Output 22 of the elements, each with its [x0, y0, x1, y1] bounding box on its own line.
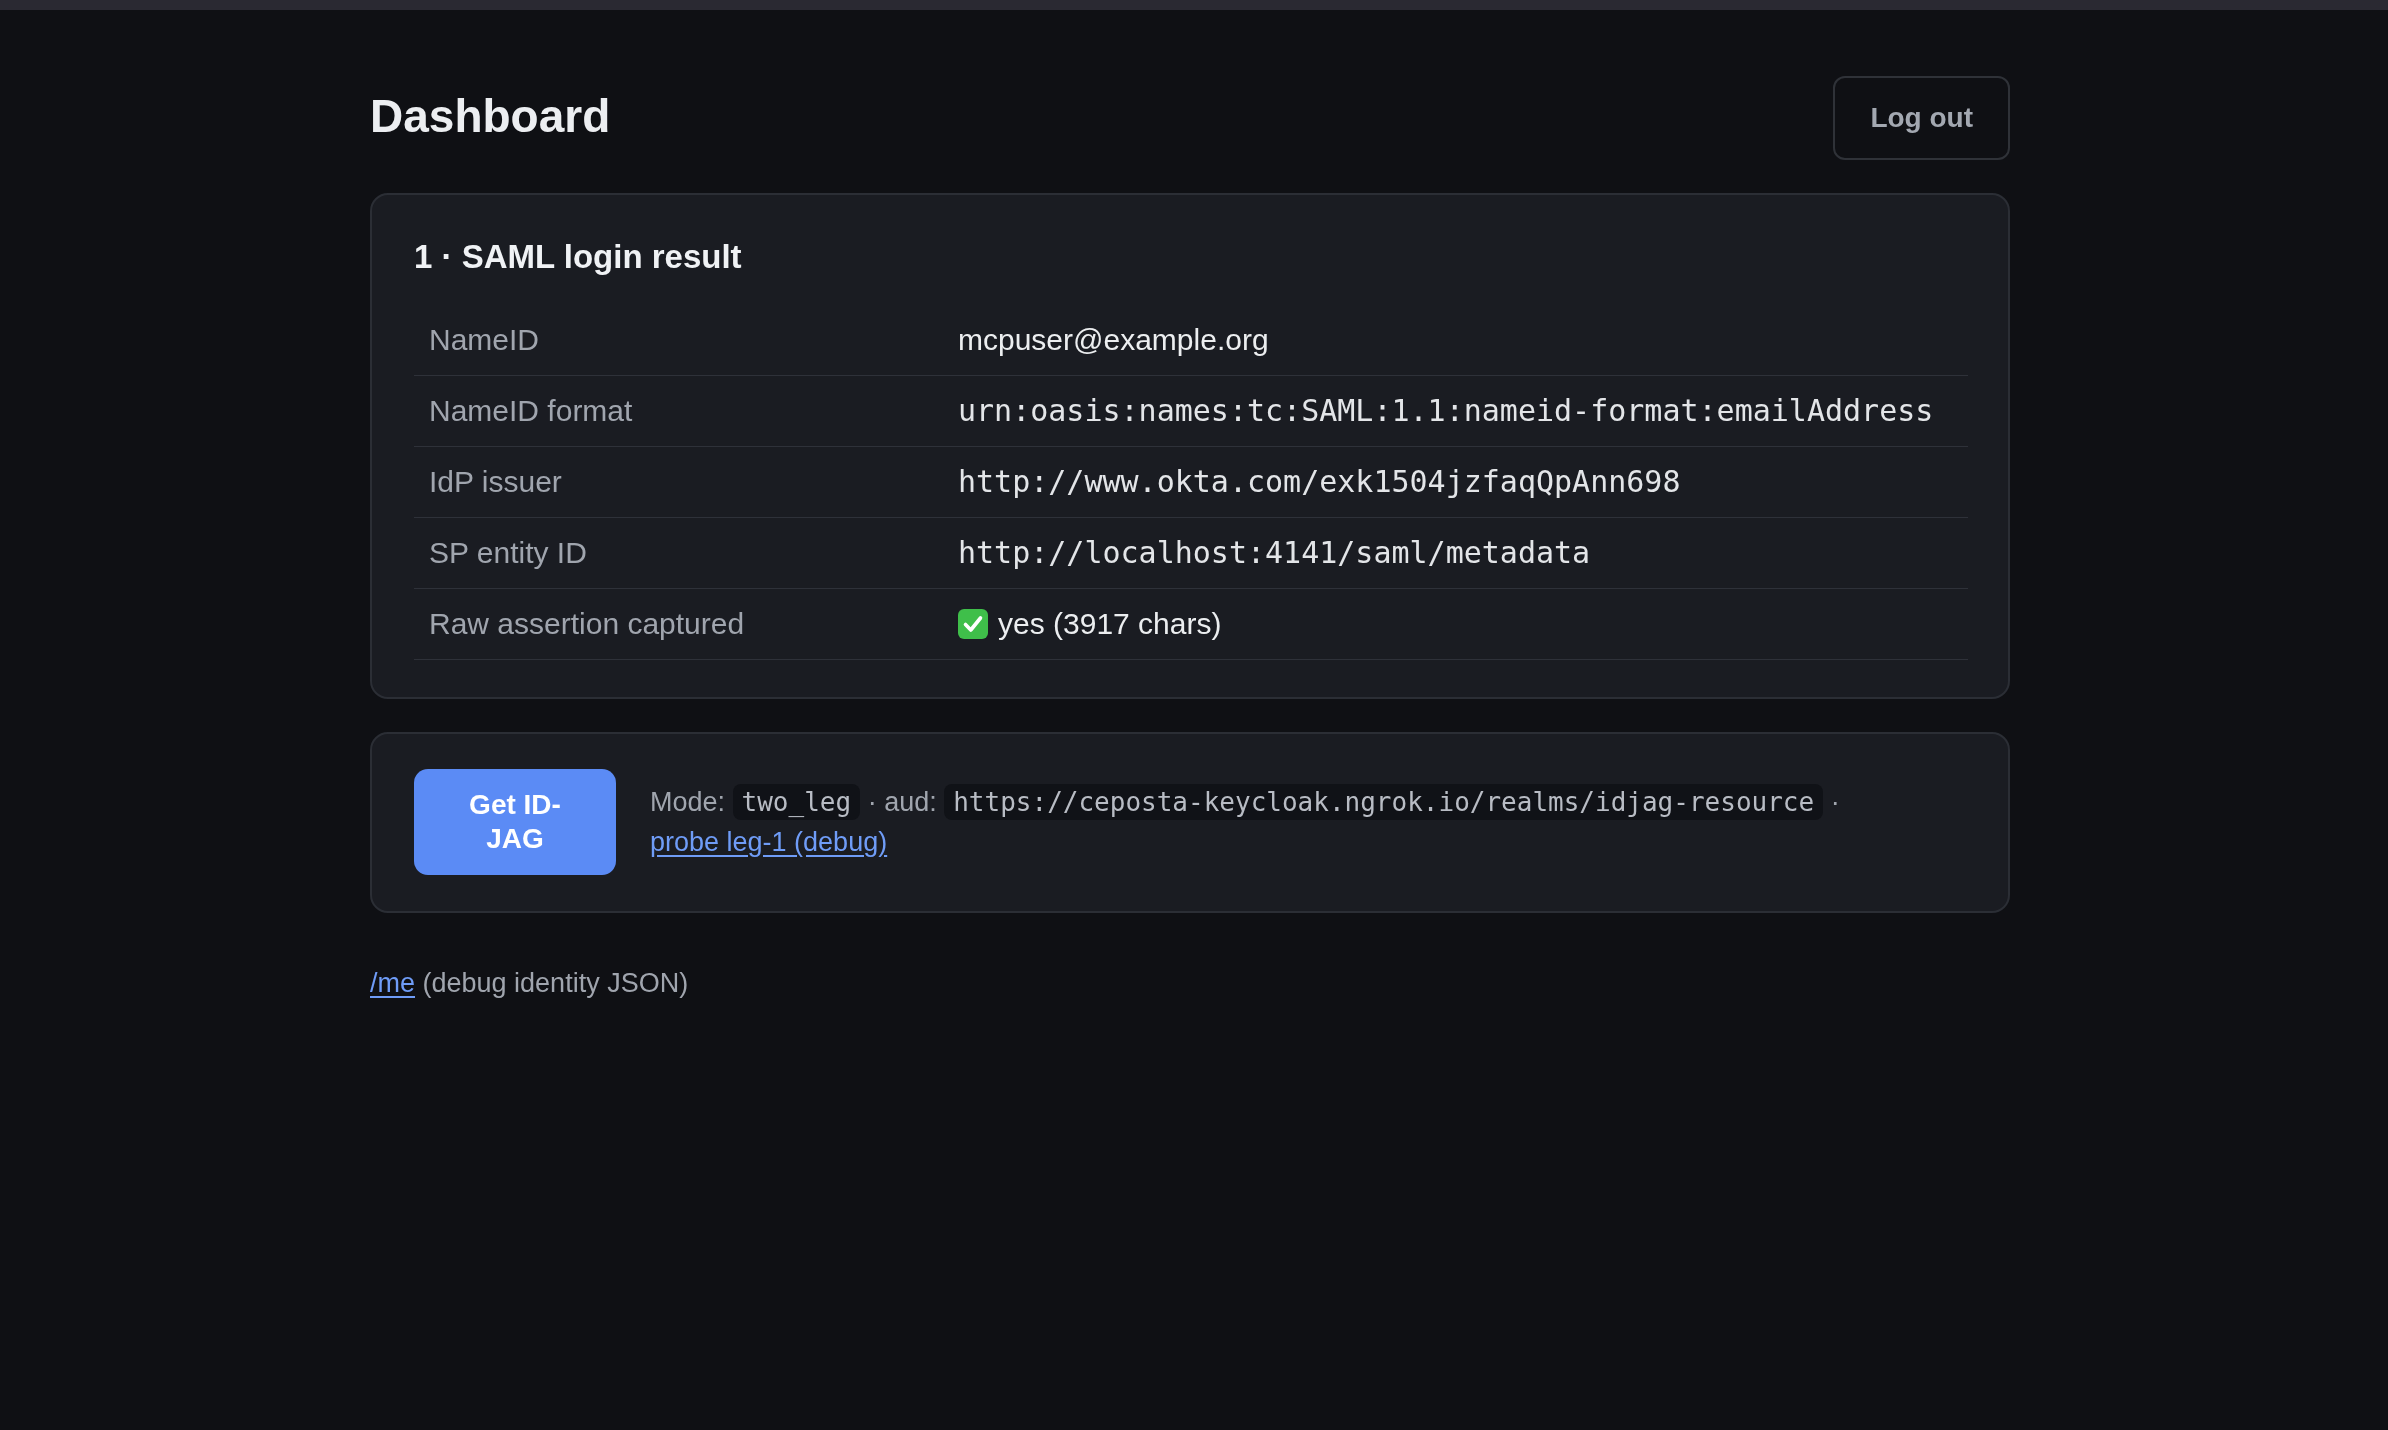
check-icon — [958, 609, 988, 639]
card-title: 1 · SAML login result — [414, 237, 743, 277]
field-label: Raw assertion captured — [428, 606, 746, 642]
detail-label: · aud: — [867, 787, 937, 817]
code-value: two_leg — [732, 784, 861, 820]
field-label: IdP issuer — [428, 464, 563, 500]
me-link[interactable]: /me — [370, 968, 415, 998]
page-title: Dashboard — [370, 89, 611, 144]
detail-label: · — [1830, 787, 1840, 817]
footer-note: /me (debug identity JSON) — [370, 967, 690, 1000]
logout-button[interactable]: Log out — [1833, 76, 2010, 160]
field-label: SP entity ID — [428, 535, 588, 571]
field-value: http://localhost:4141/saml/metadata — [958, 534, 1591, 572]
detail-label: Mode: — [650, 787, 726, 817]
code-value: https://ceposta-keycloak.ngrok.io/realms/idjag-resource — [944, 784, 1824, 820]
probe-link[interactable]: probe leg-1 (debug) — [650, 827, 888, 857]
field-label: NameID — [428, 322, 541, 358]
field-value: http://www.okta.com/exk1504jzfaqQpAnn698 — [958, 463, 1681, 501]
field-value: yes (3917 chars) — [998, 606, 1222, 642]
field-value: mcpuser@example.org — [958, 322, 1269, 358]
field-value: urn:oasis:names:tc:SAML:1.1:nameid-format:emailAddress — [958, 392, 1934, 430]
field-label: NameID format — [428, 393, 634, 429]
